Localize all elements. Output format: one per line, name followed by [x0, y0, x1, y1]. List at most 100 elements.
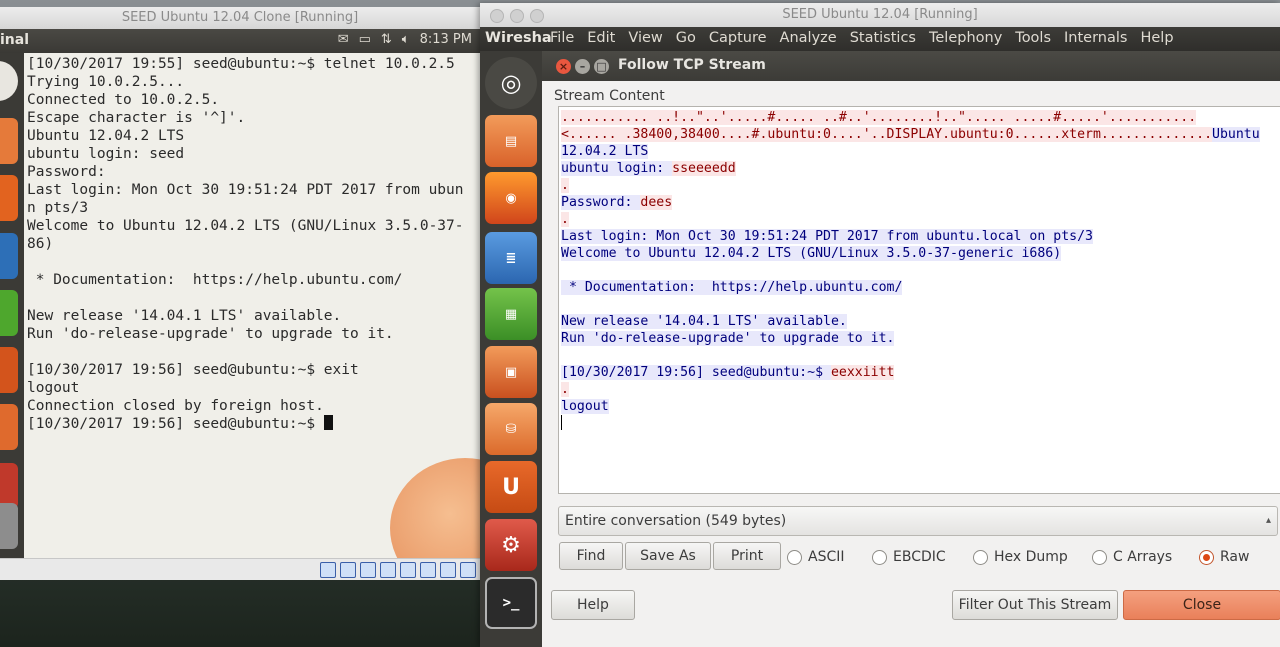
terminal-cursor: [323, 415, 333, 430]
terminal-line: Ubuntu 12.04.2 LTS: [27, 128, 185, 144]
ubuntu-top-panel: inal ✉ ▭ ⇅ 🔈︎ 8:13 PM: [0, 29, 480, 53]
usb-icon[interactable]: [360, 562, 376, 578]
radio-hex-dump[interactable]: Hex Dump: [973, 549, 1068, 565]
impress-icon[interactable]: ▣: [485, 346, 537, 398]
ubuntu-logo-icon[interactable]: [0, 61, 18, 101]
software-center-icon[interactable]: [0, 404, 18, 450]
vm-minimize-dot[interactable]: [510, 9, 524, 23]
radio-c-arrays[interactable]: C Arrays: [1092, 549, 1172, 565]
video-capture-icon[interactable]: [440, 562, 456, 578]
radio-dot: [787, 549, 802, 565]
stream-client-line: .: [561, 178, 569, 193]
stream-server-line: New release '14.04.1 LTS' available.: [561, 314, 847, 329]
software-center-icon[interactable]: ⛁: [485, 403, 537, 455]
conversation-select[interactable]: Entire conversation (549 bytes) ▴: [558, 506, 1278, 536]
dialog-title: Follow TCP Stream: [618, 57, 766, 73]
files-icon[interactable]: ▤: [485, 115, 537, 167]
menu-internals[interactable]: Internals: [1064, 30, 1127, 46]
terminal-line: [10/30/2017 19:56] seed@ubuntu:~$ exit: [27, 362, 359, 378]
print-button[interactable]: Print: [713, 542, 781, 570]
stream-server-line: Welcome to Ubuntu 12.04.2 LTS (GNU/Linux…: [561, 246, 1062, 261]
stream-client-line: ........... ..!.."..'.....#..... ..#..'.…: [561, 110, 1197, 125]
vm-zoom-dot[interactable]: [530, 9, 544, 23]
files-icon[interactable]: [0, 118, 18, 164]
menu-view[interactable]: View: [628, 30, 662, 46]
menu-analyze[interactable]: Analyze: [780, 30, 837, 46]
unity-launcher: ◎ ▤ ◉ ≣ ▦ ▣ ⛁ U ⚙ >_: [480, 51, 542, 647]
volume-icon[interactable]: 🔈︎: [402, 32, 410, 47]
radio-dot-selected: [1199, 549, 1214, 565]
stream-client-line: eexxiitt: [830, 365, 895, 380]
calc-icon[interactable]: [0, 290, 18, 336]
hdd-icon[interactable]: [320, 562, 336, 578]
terminal-line: 86): [27, 236, 54, 252]
menu-telephony[interactable]: Telephony: [929, 30, 1002, 46]
updown-arrow-icon: ▴: [1265, 515, 1271, 526]
menu-file[interactable]: File: [550, 30, 574, 46]
writer-icon[interactable]: [0, 233, 18, 279]
stream-server-line: [10/30/2017 19:56] seed@ubuntu:~$: [561, 365, 831, 380]
close-button[interactable]: Close: [1123, 590, 1280, 620]
system-settings-icon[interactable]: ⚙: [485, 519, 537, 571]
mail-icon[interactable]: ✉: [338, 32, 349, 47]
menu-statistics[interactable]: Statistics: [850, 30, 916, 46]
writer-icon[interactable]: ≣: [485, 232, 537, 284]
network-icon[interactable]: ⇅: [381, 32, 392, 47]
dash-home-icon[interactable]: ◎: [485, 57, 537, 109]
firefox-icon[interactable]: [0, 175, 18, 221]
dialog-titlebar: × – □ Follow TCP Stream: [542, 51, 1280, 81]
conversation-select-value: Entire conversation (549 bytes): [565, 513, 787, 529]
stream-server-line: ubuntu login:: [561, 161, 673, 176]
terminal-line: [10/30/2017 19:56] seed@ubuntu:~$: [27, 416, 324, 432]
vm-title: SEED Ubuntu 12.04 [Running]: [782, 7, 978, 22]
menu-help[interactable]: Help: [1140, 30, 1173, 46]
radio-raw[interactable]: Raw: [1199, 549, 1249, 565]
find-button[interactable]: Find: [559, 542, 623, 570]
battery-icon[interactable]: ▭: [359, 32, 371, 47]
follow-tcp-stream-dialog: × – □ Follow TCP Stream Stream Content .…: [542, 51, 1280, 647]
save-as-button[interactable]: Save As: [625, 542, 711, 570]
launcher-strip: [0, 53, 24, 558]
maximize-icon[interactable]: □: [594, 59, 609, 74]
panel-clock[interactable]: 8:13 PM: [420, 32, 472, 47]
trash-icon[interactable]: [0, 503, 18, 549]
display-icon[interactable]: [420, 562, 436, 578]
vm-titlebar: SEED Ubuntu 12.04 Clone [Running]: [0, 7, 480, 30]
stream-content-text[interactable]: ........... ..!.."..'.....#..... ..#..'.…: [558, 106, 1280, 494]
impress-icon[interactable]: [0, 347, 18, 393]
vm-close-dot[interactable]: [490, 9, 504, 23]
network-adapter-icon[interactable]: [400, 562, 416, 578]
radio-ascii[interactable]: ASCII: [787, 549, 845, 565]
terminal-line: Escape character is '^]'.: [27, 110, 246, 126]
stream-server-line: 12.04.2 LTS: [561, 144, 649, 159]
terminal-line: Run 'do-release-upgrade' to upgrade to i…: [27, 326, 394, 342]
radio-ebcdic[interactable]: EBCDIC: [872, 549, 946, 565]
close-icon[interactable]: ×: [556, 59, 571, 74]
filter-out-stream-button[interactable]: Filter Out This Stream: [952, 590, 1118, 620]
ubuntu-one-icon[interactable]: U: [485, 461, 537, 513]
menu-tools[interactable]: Tools: [1015, 30, 1051, 46]
firefox-icon[interactable]: ◉: [485, 172, 537, 224]
terminal-icon[interactable]: >_: [485, 577, 537, 629]
stream-server-line: logout: [561, 399, 609, 414]
shared-folder-icon[interactable]: [380, 562, 396, 578]
text-cursor: [561, 415, 562, 430]
calc-icon[interactable]: ▦: [485, 288, 537, 340]
help-button[interactable]: Help: [551, 590, 635, 620]
minimize-icon[interactable]: –: [575, 59, 590, 74]
wallpaper-blob: [390, 458, 480, 558]
optical-icon[interactable]: [340, 562, 356, 578]
cpu-icon[interactable]: [460, 562, 476, 578]
menu-capture[interactable]: Capture: [709, 30, 767, 46]
radio-dot: [1092, 549, 1107, 565]
terminal-output[interactable]: [10/30/2017 19:55] seed@ubuntu:~$ telnet…: [24, 53, 480, 558]
app-name: Wiresha: [485, 30, 552, 46]
stream-client-line: <...... .38400,38400....#.ubuntu:0....'.…: [561, 127, 1213, 142]
vm-window-clone: SEED Ubuntu 12.04 Clone [Running] inal ✉…: [0, 0, 480, 580]
stream-server-line: Ubuntu: [1212, 127, 1260, 142]
terminal-line: Last login: Mon Oct 30 19:51:24 PDT 2017…: [27, 182, 464, 198]
terminal-line: Password:: [27, 164, 106, 180]
menu-go[interactable]: Go: [676, 30, 696, 46]
wireshark-menubar: Wiresha File Edit View Go Capture Analyz…: [480, 27, 1280, 51]
menu-edit[interactable]: Edit: [587, 30, 615, 46]
